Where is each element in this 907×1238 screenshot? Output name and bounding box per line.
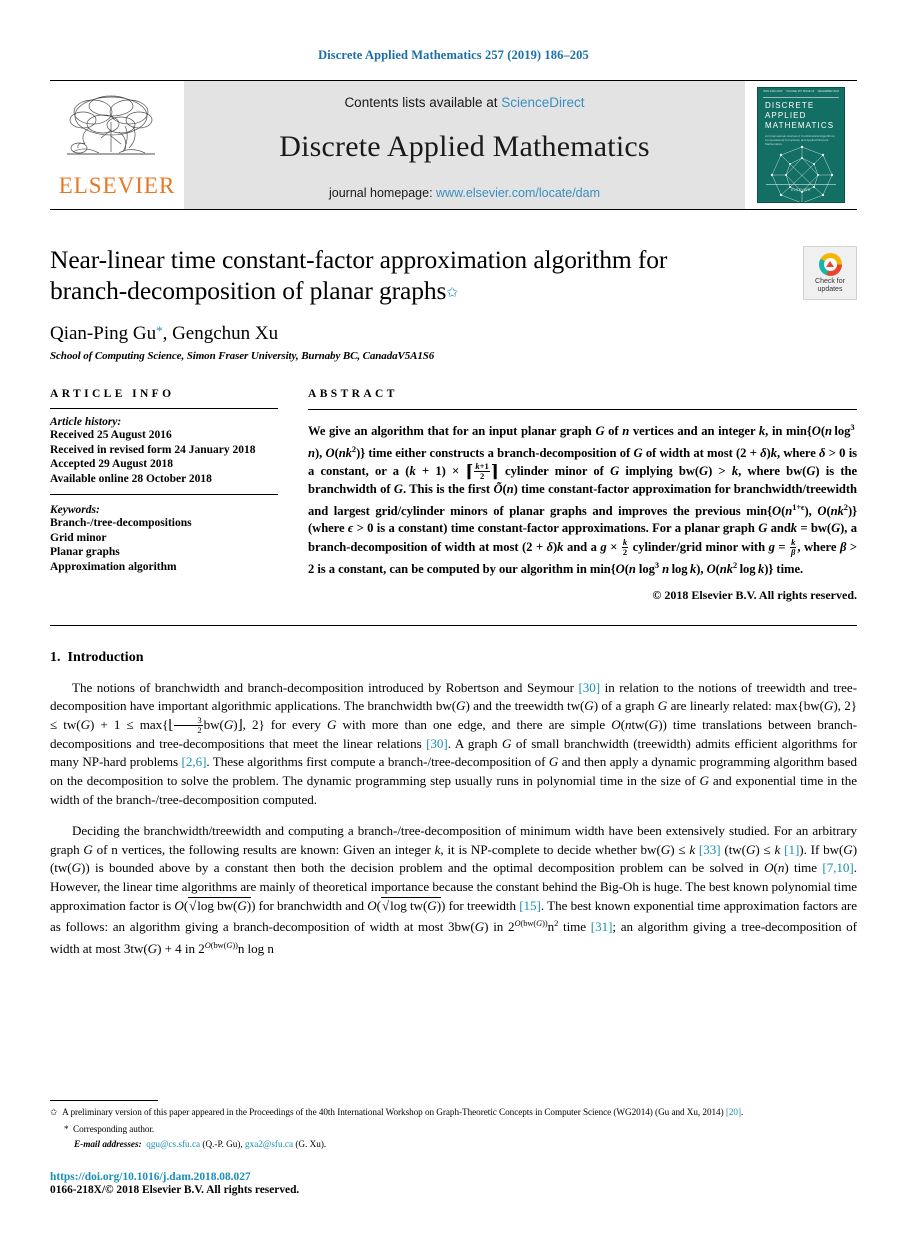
journal-masthead: ELSEVIER Contents lists available at Sci… [50,80,857,210]
page-title: Near-linear time constant-factor approxi… [50,244,750,309]
citation-link[interactable]: [20] [726,1107,741,1117]
article-history-label: Article history: [50,416,122,428]
keyword-item: Branch-/tree-decompositions [50,517,192,529]
journal-title: Discrete Applied Mathematics [279,129,650,163]
contents-available-line: Contents lists available at ScienceDirec… [344,95,584,110]
cover-divider-top [763,97,839,98]
citation-link[interactable]: [33] [699,842,721,857]
footnote-star: ✩ A preliminary version of this paper ap… [50,1106,857,1118]
footnote-star-icon: ✩ [50,1106,58,1117]
email-label: E-mail addresses: [74,1138,142,1149]
running-head: Discrete Applied Mathematics 257 (2019) … [318,48,589,62]
keywords-label: Keywords: [50,504,100,516]
crossmark-badge[interactable]: Check for updates [803,246,857,300]
cover-publisher: ELSEVIER [791,188,811,192]
citation-link[interactable]: [31] [591,919,613,934]
cover-image: ISSN 0166-218X VOLUME 257 ISSUE 15 DECEM… [757,87,845,203]
issn-copyright: 0166-218X/© 2018 Elsevier B.V. All right… [50,1184,300,1196]
cover-issn: ISSN 0166-218X [763,90,783,93]
homepage-prefix: journal homepage: [329,185,437,200]
info-divider-mid [50,494,278,495]
cover-title-line3: MATHEMATICS [765,121,835,130]
crossmark-label-line2: updates [817,285,843,293]
article-page: Discrete Applied Mathematics 257 (2019) … [0,0,907,1238]
history-item: Available online 28 October 2018 [50,472,212,485]
cover-title-line1: DISCRETE [765,101,815,110]
cover-header-line: ISSN 0166-218X VOLUME 257 ISSUE 15 DECEM… [763,90,839,93]
footnote-divider [50,1099,158,1101]
keyword-item: Approximation algorithm [50,560,177,573]
footnote-emails: E-mail addresses: qgu@cs.sfu.ca (Q.-P. G… [50,1138,857,1150]
title-block: Near-linear time constant-factor approxi… [50,244,857,362]
asterisk-icon: * [64,1124,69,1135]
title-footnote-marker[interactable]: ✩ [446,286,458,301]
cover-volume: VOLUME 257 ISSUE 15 [786,90,815,93]
citation-link[interactable]: [15] [519,898,541,913]
citation-link[interactable]: [7,10] [822,860,853,875]
footnote-corresponding: * Corresponding author. [50,1123,857,1135]
email-owner-primary: (Q.-P. Gu), [202,1138,243,1149]
citation-link[interactable]: [2,6] [182,754,207,769]
journal-cover-thumbnail: ISSN 0166-218X VOLUME 257 ISSUE 15 DECEM… [745,81,857,209]
section-title: Introduction [67,649,144,665]
author-list: Qian-Ping Gu*, Gengchun Xu [50,323,857,345]
crossmark-ring-icon [818,252,842,276]
article-title-text: Near-linear time constant-factor approxi… [50,245,668,305]
elsevier-logo: ELSEVIER [50,81,184,209]
abstract-column: ABSTRACT We give an algorithm that for a… [308,388,857,603]
abstract-text: We give an algorithm that for an input p… [308,423,858,576]
email-link-primary[interactable]: qgu@cs.sfu.ca [146,1139,200,1149]
doi-link[interactable]: https://doi.org/10.1016/j.dam.2018.08.02… [50,1171,857,1183]
masthead-center: Contents lists available at ScienceDirec… [184,81,745,209]
info-abstract-row: ARTICLE INFO Article history: Received 2… [50,388,857,603]
article-info-heading: ARTICLE INFO [50,388,175,400]
footnote-star-end: . [740,1106,744,1117]
info-divider-top [50,408,278,409]
article-info-column: ARTICLE INFO Article history: Received 2… [50,388,278,603]
contents-prefix: Contents lists available at [344,94,502,110]
email-owner-secondary: (G. Xu). [295,1138,327,1149]
cover-divider-bottom [766,184,836,185]
abstract-bottom-divider [50,624,857,626]
history-item: Received in revised form 24 January 2018 [50,443,256,456]
journal-homepage-line: journal homepage: www.elsevier.com/locat… [329,186,600,200]
author-secondary: , Gengchun Xu [162,323,279,344]
keywords-block: Keywords: Branch-/tree-decompositions Gr… [50,504,278,574]
cover-title-line2: APPLIED [765,111,807,120]
email-link-secondary[interactable]: gxa2@sfu.ca [245,1139,293,1149]
section-heading-introduction: 1. Introduction [50,650,857,666]
elsevier-wordmark: ELSEVIER [58,172,176,198]
citation-link[interactable]: [30] [426,736,448,751]
sciencedirect-link[interactable]: ScienceDirect [501,95,584,110]
cover-date: DECEMBER 2018 [817,90,839,93]
author-primary: Qian-Ping Gu [50,323,157,344]
paragraph: The notions of branchwidth and branch-de… [50,679,858,807]
abstract-copyright: © 2018 Elsevier B.V. All rights reserved… [652,587,857,602]
footnote-area: ✩ A preliminary version of this paper ap… [50,1099,857,1150]
footnote-star-text: A preliminary version of this paper appe… [62,1106,724,1117]
citation-link[interactable]: [1] [784,842,799,857]
page-footer: https://doi.org/10.1016/j.dam.2018.08.02… [50,1171,857,1196]
cover-graph-diagram [770,145,834,202]
footnote-corresponding-text: Corresponding author. [73,1124,155,1135]
citation-link[interactable]: [30] [578,680,600,695]
crossmark-label-line1: Check for [815,277,845,285]
abstract-divider [308,409,857,410]
history-item: Received 25 August 2016 [50,429,172,441]
elsevier-tree-icon [66,95,155,155]
history-item: Accepted 29 August 2018 [50,458,173,470]
cover-title: DISCRETE APPLIED MATHEMATICS [765,101,839,131]
abstract-heading: ABSTRACT [308,388,398,400]
homepage-link[interactable]: www.elsevier.com/locate/dam [436,186,600,200]
section-number: 1. [50,649,61,665]
paragraph: Deciding the branchwidth/treewidth and c… [50,823,858,956]
keyword-item: Planar graphs [50,546,120,558]
keyword-item: Grid minor [50,531,107,544]
affiliation: School of Computing Science, Simon Frase… [50,350,435,362]
